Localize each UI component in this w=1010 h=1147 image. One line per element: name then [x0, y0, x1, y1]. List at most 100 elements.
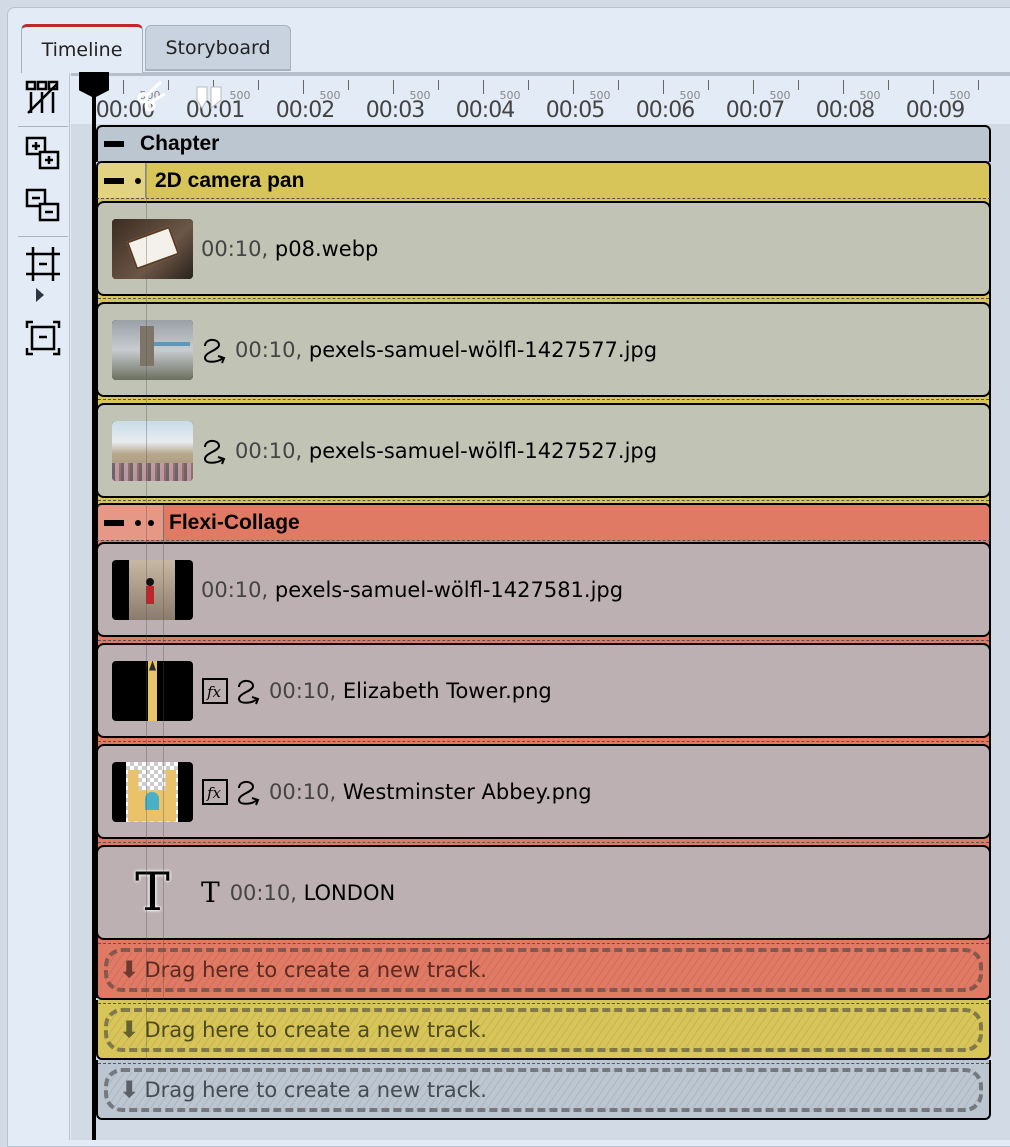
level-dot-icon [135, 177, 141, 184]
clip-filename: pexels-samuel-wölfl-1427577.jpg [308, 337, 658, 362]
clip-duration: 00:10, [201, 577, 269, 602]
ruler-subtick [528, 80, 529, 90]
tab-timeline[interactable]: Timeline [21, 24, 143, 73]
collapse-icon[interactable] [104, 177, 124, 184]
clip-item[interactable]: fx 00:10, Elizabeth Tower.png [96, 643, 991, 738]
drop-zone-label: Drag here to create a new track. [144, 958, 487, 982]
drop-zone-label: Drag here to create a new track. [144, 1078, 487, 1102]
text-icon: T [201, 876, 220, 909]
level-dot-icon [148, 519, 154, 526]
ruler-tick [393, 80, 394, 94]
clip-item[interactable]: fx 00:10, Westminster Abbey.png [96, 744, 991, 839]
text-thumbnail-icon: T [135, 862, 170, 923]
clip-filename: pexels-samuel-wölfl-1427527.jpg [308, 438, 658, 463]
clip-thumbnail [112, 559, 193, 620]
motion-path-icon [235, 677, 263, 705]
marker-icon[interactable] [196, 86, 226, 115]
clip-duration: 00:10, [201, 236, 269, 261]
group-title: 2D camera pan [155, 168, 305, 192]
drop-zone-flexi-collage[interactable]: ⬇ Drag here to create a new track. [96, 940, 991, 1000]
drop-zone-label: Drag here to create a new track. [144, 1018, 487, 1042]
svg-text:fx: fx [206, 784, 222, 802]
clip-filename: pexels-samuel-wölfl-1427581.jpg [274, 577, 624, 602]
clip-item[interactable]: 00:10, pexels-samuel-wölfl-1427527.jpg [96, 403, 991, 498]
ruler-tick [933, 80, 934, 94]
app-window: Timeline Storyboard 00:00 500 00:01 500 … [0, 0, 1010, 1147]
split-tracks-button[interactable] [23, 78, 63, 118]
ruler-subtick-label: 500 [499, 89, 521, 102]
toolbar-divider [18, 236, 68, 237]
ruler-tick [753, 80, 754, 94]
ruler-subtick-label: 500 [409, 89, 431, 102]
clip-filename: Elizabeth Tower.png [342, 678, 552, 703]
clip-item[interactable]: T T 00:10, LONDON [96, 845, 991, 940]
clip-filename: Westminster Abbey.png [342, 779, 592, 804]
group-title: Flexi-Collage [169, 510, 300, 534]
down-arrow-icon: ⬇ [120, 1017, 139, 1042]
ruler-subtick-label: 500 [319, 89, 341, 102]
clip-thumbnail [112, 319, 193, 380]
level-dot-icon [135, 519, 141, 526]
motion-path-icon [201, 437, 229, 465]
clip-duration: 00:10, [269, 678, 337, 703]
expand-all-button[interactable] [23, 134, 63, 174]
ruler-subtick [438, 80, 439, 90]
ruler-tick [663, 80, 664, 94]
clip-item[interactable]: 00:10, pexels-samuel-wölfl-1427581.jpg [96, 542, 991, 637]
svg-text:fx: fx [206, 683, 222, 701]
collapse-icon[interactable] [104, 141, 124, 147]
drop-zone-camera-pan[interactable]: ⬇ Drag here to create a new track. [96, 1000, 991, 1060]
ruler-subtick [888, 80, 889, 90]
clip-duration: 00:10, [229, 880, 297, 905]
down-arrow-icon: ⬇ [120, 957, 139, 982]
more-arrow-icon[interactable] [36, 288, 44, 302]
ruler-subtick-label: 500 [589, 89, 611, 102]
ruler-subtick [168, 80, 169, 90]
timeline-toolbar [18, 72, 70, 1140]
zoom-expand-button[interactable] [23, 318, 63, 358]
collapse-icon[interactable] [104, 519, 124, 526]
clip-filename: p08.webp [274, 236, 379, 261]
ruler-tick [303, 80, 304, 94]
ruler-subtick-label: 500 [229, 89, 251, 102]
ruler-tick [483, 80, 484, 94]
fx-icon: fx [201, 778, 229, 806]
ruler-tick [573, 80, 574, 94]
toolbar-divider [18, 126, 68, 127]
clip-thumbnail [112, 761, 193, 822]
down-arrow-icon: ⬇ [120, 1077, 139, 1102]
group-header-camera-pan[interactable]: 2D camera pan [96, 161, 991, 199]
clip-filename: LONDON [303, 880, 396, 905]
clip-thumbnail [112, 420, 193, 481]
zoom-fit-icon [26, 247, 60, 281]
tab-storyboard[interactable]: Storyboard [145, 25, 291, 71]
zoom-fit-button[interactable] [23, 244, 63, 284]
expand-all-icon [25, 136, 60, 170]
clip-item[interactable]: 00:10, pexels-samuel-wölfl-1427577.jpg [96, 302, 991, 397]
split-tracks-icon [25, 80, 59, 114]
drop-zone-chapter[interactable]: ⬇ Drag here to create a new track. [96, 1060, 991, 1120]
fx-icon: fx [201, 677, 229, 705]
ruler-subtick-label: 500 [949, 89, 971, 102]
ruler-subtick [708, 80, 709, 90]
chapter-title: Chapter [140, 132, 220, 155]
scissors-icon[interactable] [135, 80, 167, 117]
ruler-subtick [798, 80, 799, 90]
chapter-header[interactable]: Chapter [96, 125, 991, 162]
playhead-line[interactable] [92, 90, 96, 1140]
motion-path-icon [201, 336, 229, 364]
motion-path-icon [235, 778, 263, 806]
clip-thumbnail [112, 660, 193, 721]
collapse-all-icon [25, 188, 60, 222]
ruler-subtick-label: 500 [679, 89, 701, 102]
ruler-subtick-label: 500 [859, 89, 881, 102]
ruler-subtick [978, 80, 979, 90]
ruler-tick [843, 80, 844, 94]
collapse-all-button[interactable] [23, 186, 63, 226]
clip-duration: 00:10, [235, 438, 303, 463]
clip-duration: 00:10, [269, 779, 337, 804]
clip-item[interactable]: 00:10, p08.webp [96, 201, 991, 296]
clip-duration: 00:10, [235, 337, 303, 362]
group-header-flexi-collage[interactable]: Flexi-Collage [96, 503, 991, 541]
zoom-expand-icon [25, 320, 61, 356]
